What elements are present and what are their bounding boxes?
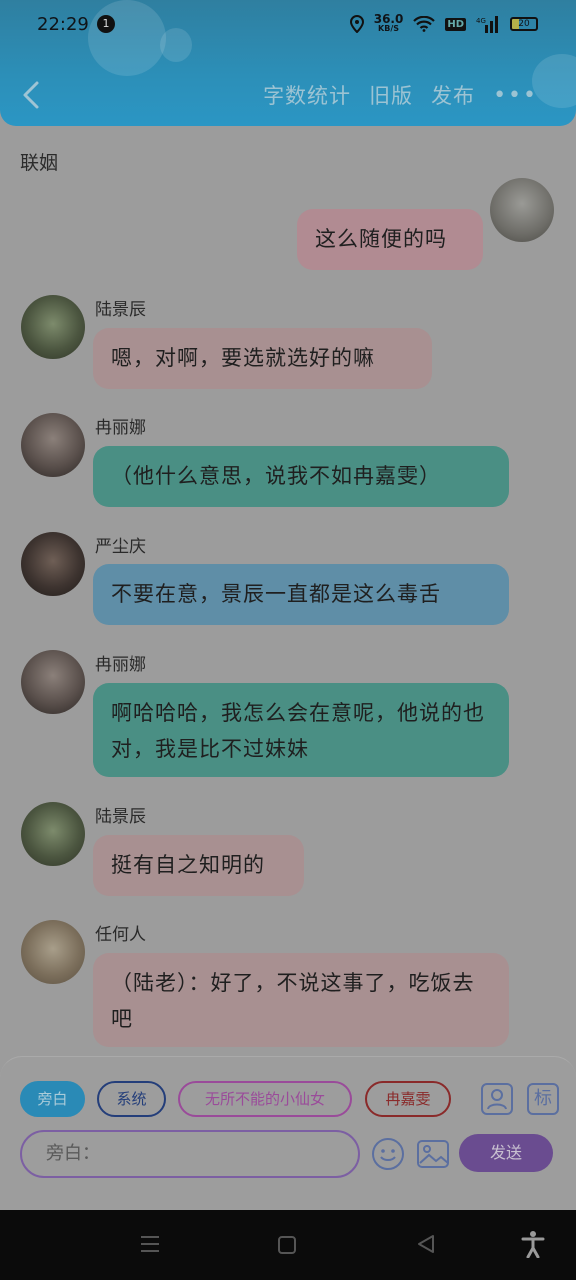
- signal-icon: 4G: [476, 16, 498, 33]
- battery-icon: 20: [510, 17, 538, 31]
- hd-icon: HD: [445, 17, 466, 31]
- app-header: 22:29 1 36.0 KB/S HD 4G 20 字数统计 旧版 发布 •••: [0, 0, 576, 126]
- sender-name: 任何人: [95, 925, 146, 945]
- image-icon: [417, 1140, 449, 1168]
- sender-name: 严尘庆: [95, 537, 146, 557]
- avatar[interactable]: [21, 532, 85, 596]
- message-bubble[interactable]: 啊哈哈哈，我怎么会在意呢，他说的也对，我是比不过妹妹: [93, 683, 509, 777]
- net-speed-value: 36.0: [373, 12, 404, 26]
- net-speed-unit: KB/S: [378, 24, 400, 33]
- sender-name: 陆景辰: [95, 300, 146, 320]
- sender-name: 陆景辰: [95, 807, 146, 827]
- word-count-button[interactable]: 字数统计: [263, 80, 351, 110]
- chat-title: 联姻: [20, 152, 59, 174]
- status-bar: 22:29 1 36.0 KB/S HD 4G 20: [0, 0, 576, 52]
- system-nav-bar: [0, 1210, 576, 1280]
- back-nav-button[interactable]: [414, 1232, 438, 1256]
- menu-icon: [141, 1236, 159, 1252]
- publish-button[interactable]: 发布: [431, 80, 475, 110]
- accessibility-button[interactable]: [520, 1230, 546, 1259]
- home-icon: [278, 1236, 296, 1254]
- message-bubble[interactable]: 嗯，对啊，要选就选好的嘛: [93, 328, 432, 389]
- person-icon: [487, 1089, 507, 1110]
- status-icons: 36.0 KB/S HD 4G 20: [349, 12, 538, 34]
- back-arrow-icon: [23, 81, 39, 109]
- avatar[interactable]: [21, 920, 85, 984]
- message-bubble[interactable]: （他什么意思，说我不如冉嘉雯）: [93, 446, 509, 507]
- nav-actions: 字数统计 旧版 发布 •••: [263, 80, 538, 110]
- old-version-button[interactable]: 旧版: [369, 80, 413, 110]
- back-button[interactable]: [20, 78, 44, 112]
- nav-bar: 字数统计 旧版 发布 •••: [0, 72, 576, 120]
- home-button[interactable]: [276, 1234, 298, 1256]
- message-bubble[interactable]: （陆老）：好了，不说这事了，吃饭去吧: [93, 953, 509, 1047]
- sender-name: 冉丽娜: [95, 655, 146, 675]
- character-icon[interactable]: [481, 1083, 513, 1115]
- emoji-icon: [372, 1138, 404, 1170]
- avatar[interactable]: [21, 802, 85, 866]
- accessibility-icon: [521, 1231, 545, 1259]
- role-chip-ran-jiawen[interactable]: 冉嘉雯: [365, 1081, 451, 1117]
- avatar[interactable]: [21, 413, 85, 477]
- avatar[interactable]: [21, 650, 85, 714]
- message-input[interactable]: 旁白：: [20, 1130, 360, 1178]
- emoji-button[interactable]: [371, 1137, 405, 1171]
- avatar[interactable]: [490, 178, 554, 242]
- back-triangle-icon: [418, 1235, 434, 1253]
- role-chip-narrator[interactable]: 旁白: [20, 1081, 85, 1117]
- sender-name: 冉丽娜: [95, 418, 146, 438]
- role-chip-system[interactable]: 系统: [97, 1081, 166, 1117]
- message-bubble[interactable]: 挺有自之知明的: [93, 835, 304, 896]
- net-speed: 36.0 KB/S: [373, 12, 404, 34]
- message-bubble[interactable]: 这么随便的吗: [297, 209, 483, 270]
- image-button[interactable]: [416, 1137, 450, 1171]
- signal-label: 4G: [476, 17, 486, 25]
- wifi-icon: [413, 16, 436, 32]
- role-chip-fairy[interactable]: 无所不能的小仙女: [178, 1081, 352, 1117]
- status-time: 22:29: [37, 14, 89, 35]
- mark-button[interactable]: 标: [527, 1083, 559, 1115]
- send-button[interactable]: 发送: [459, 1134, 553, 1172]
- menu-button[interactable]: [138, 1232, 162, 1256]
- more-icon[interactable]: •••: [493, 83, 538, 108]
- avatar[interactable]: [21, 295, 85, 359]
- message-bubble[interactable]: 不要在意，景辰一直都是这么毒舌: [93, 564, 509, 625]
- location-icon: [349, 15, 364, 33]
- notification-badge: 1: [97, 15, 115, 33]
